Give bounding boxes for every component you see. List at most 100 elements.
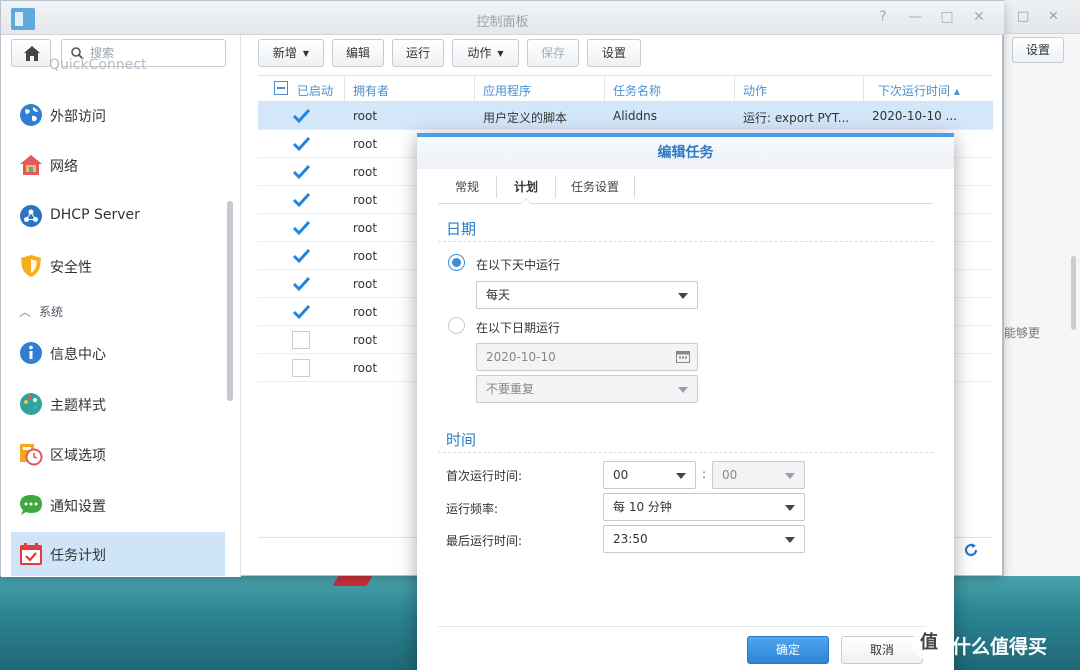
palette-icon [20,393,42,415]
sidebar-item-task-scheduler[interactable]: 任务计划 [11,532,225,576]
column-application[interactable]: 应用程序 [483,82,531,99]
window-titlebar[interactable]: 控制面板 ? — □ ✕ [1,1,1004,35]
owner-cell: root [353,193,378,207]
enabled-checkbox[interactable] [292,331,310,349]
dialog-title[interactable]: 编辑任务 [417,137,954,169]
run-on-days-radio[interactable] [448,254,465,271]
first-run-minute-value: 00 [722,468,738,482]
save-button[interactable]: 保存 [527,39,579,67]
tab-task-settings[interactable]: 任务设置 [556,170,634,204]
owner-cell: root [353,221,378,235]
sidebar-item-regional-options[interactable]: 区域选项 [11,432,225,476]
select-all-checkbox[interactable] [274,81,288,95]
edit-button[interactable]: 编辑 [332,39,384,67]
enabled-checkbox[interactable] [292,247,310,265]
checkmark-icon [292,304,310,320]
sidebar-item-label: 区域选项 [50,448,106,464]
background-scrollbar[interactable] [1071,256,1076,330]
column-divider [474,76,475,102]
first-run-hour-value: 00 [613,468,629,482]
cancel-button[interactable]: 取消 [841,636,923,664]
home-button[interactable] [11,39,51,67]
create-button-label: 新增 [272,46,297,60]
refresh-icon[interactable] [963,542,979,558]
enabled-checkbox[interactable] [292,135,310,153]
run-button[interactable]: 运行 [392,39,444,67]
sidebar-item-label: 信息中心 [50,347,106,363]
sidebar-item-label: DHCP Server [50,207,140,223]
column-action[interactable]: 动作 [743,82,767,99]
chevron-down-icon [785,473,795,479]
frequency-select[interactable]: 每 10 分钟 [603,493,805,521]
maximize-icon[interactable]: □ [1017,9,1029,24]
sidebar-item-label: 任务计划 [50,548,106,564]
create-button[interactable]: 新增 ▼ [258,39,324,67]
sidebar-item-label: 安全性 [50,260,92,276]
sidebar-item-theme[interactable]: 主题样式 [11,382,225,426]
sidebar-scrollbar[interactable] [227,201,233,401]
first-run-minute-select[interactable]: 00 [712,461,805,489]
dhcp-icon [20,205,42,227]
enabled-checkbox[interactable] [292,107,310,125]
date-field[interactable]: 2020-10-10 [476,343,698,371]
sidebar-section-system[interactable]: ︿ 系统 [19,303,63,320]
column-divider [863,76,864,102]
checkmark-icon [292,136,310,152]
column-next-run[interactable]: 下次运行时间 ▴ [878,82,960,99]
last-run-time-select[interactable]: 23:50 [603,525,805,553]
enabled-checkbox[interactable] [292,303,310,321]
clock-icon [20,444,43,466]
sidebar-item-dhcp-server[interactable]: DHCP Server [11,194,225,238]
time-separator: : [702,467,707,481]
sidebar-item-quickconnect[interactable]: QuickConnect [49,57,146,71]
time-section-title: 时间 [446,431,477,449]
sidebar-item-info-center[interactable]: 信息中心 [11,331,225,375]
sidebar-item-notification[interactable]: 通知设置 [11,483,225,527]
column-task-name[interactable]: 任务名称 [613,82,661,99]
action-button[interactable]: 动作 ▼ [452,39,519,67]
column-owner[interactable]: 拥有者 [353,82,389,99]
chevron-down-icon [785,505,795,511]
sidebar-item-external-access[interactable]: 外部访问 [11,93,225,137]
action-cell: 运行: export PYT... [743,111,850,125]
sidebar-item-network[interactable]: 网络 [11,143,225,187]
chevron-up-icon: ︿ [19,305,32,319]
settings-button[interactable]: 设置 [587,39,641,67]
days-select[interactable]: 每天 [476,281,698,309]
enabled-checkbox[interactable] [292,359,310,377]
help-icon[interactable]: ? [875,9,891,25]
minimize-icon[interactable]: — [907,9,923,25]
task-name-cell: Aliddns [613,109,657,123]
tab-general[interactable]: 常规 [438,170,496,204]
repeat-select[interactable]: 不要重复 [476,375,698,403]
enabled-checkbox[interactable] [292,275,310,293]
home-icon [24,46,40,61]
column-enabled[interactable]: 已启动 [297,82,333,99]
task-grid-header: 已启动 拥有者 应用程序 任务名称 动作 下次运行时间 ▴ [258,75,993,102]
enabled-checkbox[interactable] [292,163,310,181]
ok-button[interactable]: 确定 [747,636,829,664]
background-window-titlebar: □ ✕ [1004,0,1080,34]
owner-cell: root [353,249,378,263]
background-hint-text: 能够更 [1004,326,1041,340]
owner-cell: root [353,165,378,179]
enabled-checkbox[interactable] [292,191,310,209]
background-settings-button[interactable]: 设置 [1012,37,1064,63]
run-on-date-radio[interactable] [448,317,465,334]
table-row[interactable]: root 用户定义的脚本 Aliddns 运行: export PYT... 2… [258,102,993,130]
repeat-select-value: 不要重复 [486,382,535,396]
sidebar-item-security[interactable]: 安全性 [11,244,225,288]
calendar-icon [676,351,690,363]
last-run-time-value: 23:50 [613,532,648,546]
close-icon[interactable]: ✕ [1048,9,1059,24]
chevron-down-icon [676,473,686,479]
close-icon[interactable]: ✕ [971,9,987,25]
section-divider [438,452,933,453]
enabled-checkbox[interactable] [292,219,310,237]
info-icon [20,342,42,364]
maximize-icon[interactable]: □ [939,9,955,25]
first-run-hour-select[interactable]: 00 [603,461,696,489]
owner-cell: root [353,305,378,319]
checkmark-icon [292,248,310,264]
owner-cell: root [353,277,378,291]
